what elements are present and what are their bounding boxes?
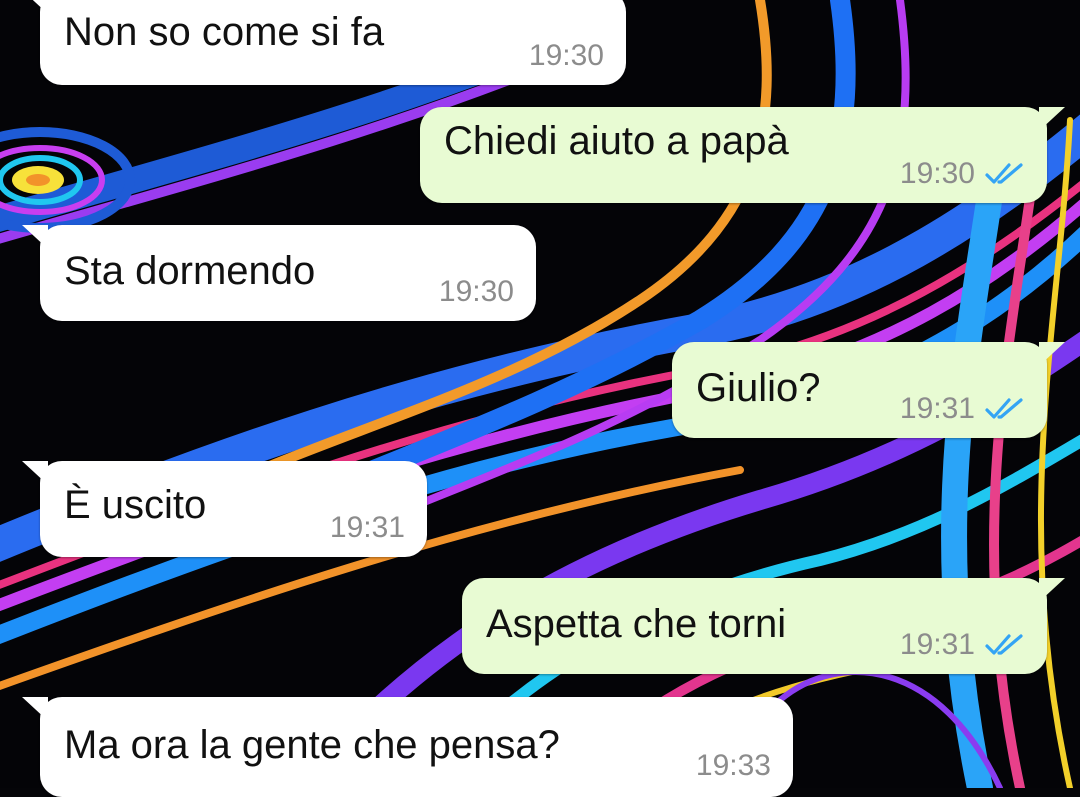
message-time: 19:31 <box>899 392 975 425</box>
message-meta: 19:30 <box>900 157 1025 191</box>
message-text: Giulio? <box>696 366 821 410</box>
bubble-tail <box>1039 342 1065 366</box>
message-meta: 19:31 <box>330 511 405 545</box>
message-time: 19:30 <box>899 157 975 190</box>
bubble-tail <box>22 461 48 485</box>
message-time: 19:30 <box>528 39 604 72</box>
message-bubble-incoming[interactable]: È uscito 19:31 <box>22 461 427 557</box>
message-text: Aspetta che torni <box>486 602 787 646</box>
read-double-check-icon <box>985 634 1023 655</box>
message-meta: 19:33 <box>696 749 771 783</box>
message-text: Sta dormendo <box>64 249 316 293</box>
message-meta: 19:30 <box>439 275 514 309</box>
message-meta: 19:30 <box>529 39 604 73</box>
message-text: Non so come si fa <box>64 10 385 54</box>
bubble-tail <box>22 697 48 721</box>
message-bubble-incoming[interactable]: Non so come si fa 19:30 <box>32 0 626 85</box>
bubble-tail <box>22 225 48 249</box>
message-time: 19:33 <box>695 749 771 782</box>
message-bubble-incoming[interactable]: Ma ora la gente che pensa? 19:33 <box>22 697 793 797</box>
message-text: È uscito <box>64 483 207 527</box>
message-bubble-outgoing[interactable]: Aspetta che torni 19:31 <box>462 578 1065 674</box>
message-text: Ma ora la gente che pensa? <box>64 723 560 767</box>
message-time: 19:31 <box>899 628 975 661</box>
message-meta: 19:31 <box>900 392 1025 426</box>
bubble-tail <box>1039 107 1065 131</box>
message-meta: 19:31 <box>900 628 1025 662</box>
bubble-tail <box>32 0 48 14</box>
message-time: 19:31 <box>329 511 405 544</box>
message-time: 19:30 <box>438 275 514 308</box>
message-bubble-incoming[interactable]: Sta dormendo 19:30 <box>22 225 536 321</box>
message-bubble-outgoing[interactable]: Giulio? 19:31 <box>672 342 1065 438</box>
read-double-check-icon <box>985 163 1023 184</box>
message-bubble-outgoing[interactable]: Chiedi aiuto a papà 19:30 <box>420 107 1065 203</box>
message-text: Chiedi aiuto a papà <box>444 119 789 163</box>
read-double-check-icon <box>985 398 1023 419</box>
bubble-tail <box>1039 578 1065 602</box>
